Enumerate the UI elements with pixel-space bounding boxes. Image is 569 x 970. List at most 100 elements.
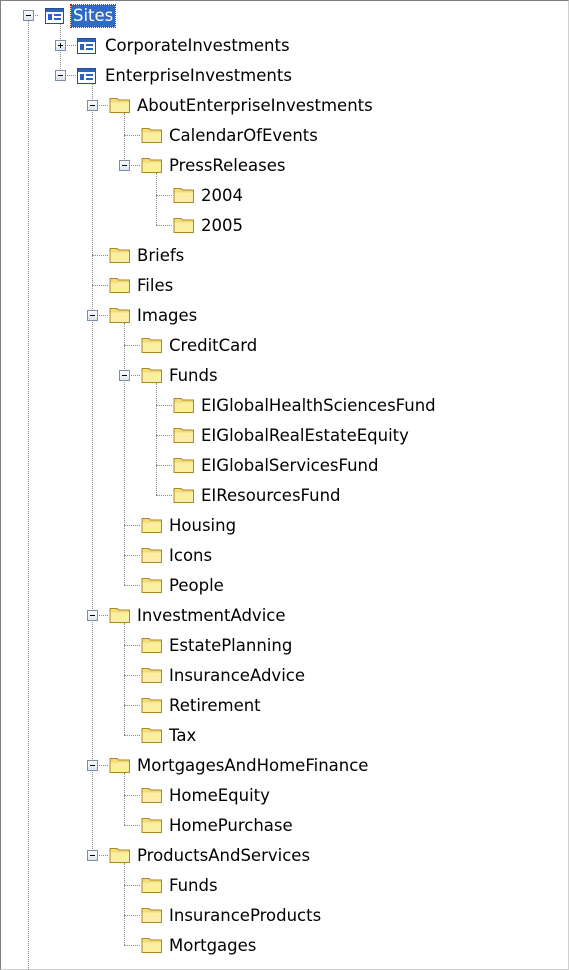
site-icon <box>77 68 96 84</box>
tree-node-label[interactable]: Funds <box>167 875 220 897</box>
site-icon <box>77 38 96 54</box>
site-icon <box>45 8 64 24</box>
tree-node-label[interactable]: InsuranceProducts <box>167 905 323 927</box>
tree-node-2005[interactable]: 2005 <box>0 212 569 242</box>
tree-node-funds[interactable]: Funds <box>0 872 569 902</box>
tree-node-label[interactable]: InvestmentAdvice <box>135 605 288 627</box>
tree-connector-line <box>124 885 140 886</box>
tree-node-investment-advice[interactable]: InvestmentAdvice <box>0 602 569 632</box>
folder-icon <box>141 338 162 353</box>
tree-connector-line <box>92 255 108 256</box>
tree-node-label[interactable]: EIGlobalHealthSciencesFund <box>199 395 438 417</box>
tree-node-eiresources-fund[interactable]: EIResourcesFund <box>0 482 569 512</box>
collapse-toggle-icon[interactable] <box>87 310 98 321</box>
tree-node-label[interactable]: People <box>167 575 226 597</box>
tree-node-2004[interactable]: 2004 <box>0 182 569 212</box>
tree-node-about-enterprise-investments[interactable]: AboutEnterpriseInvestments <box>0 92 569 122</box>
tree-connector-line <box>156 465 172 466</box>
tree-node-label[interactable]: 2004 <box>199 185 245 207</box>
folder-icon <box>141 938 162 953</box>
tree-node-eiglobal-real-estate-equity[interactable]: EIGlobalRealEstateEquity <box>0 422 569 452</box>
collapse-toggle-icon[interactable] <box>87 850 98 861</box>
tree-node-enterprise-investments[interactable]: EnterpriseInvestments <box>0 62 569 92</box>
tree-node-label[interactable]: HomeEquity <box>167 785 272 807</box>
tree-connector-line <box>124 585 140 586</box>
tree-node-insurance-products[interactable]: InsuranceProducts <box>0 902 569 932</box>
folder-icon <box>173 428 194 443</box>
tree-connector-line <box>124 705 140 706</box>
tree-node-calendar-of-events[interactable]: CalendarOfEvents <box>0 122 569 152</box>
tree-node-files[interactable]: Files <box>0 272 569 302</box>
tree-node-label[interactable]: MortgagesAndHomeFinance <box>135 755 370 777</box>
tree-node-credit-card[interactable]: CreditCard <box>0 332 569 362</box>
collapse-toggle-icon[interactable] <box>23 10 34 21</box>
tree-node-label[interactable]: CalendarOfEvents <box>167 125 320 147</box>
tree-node-label[interactable]: EIGlobalServicesFund <box>199 455 380 477</box>
expand-toggle-icon[interactable] <box>55 40 66 51</box>
tree-node-label[interactable]: CorporateInvestments <box>103 35 292 57</box>
folder-icon <box>141 128 162 143</box>
tree-node-label[interactable]: Sites <box>69 4 117 28</box>
tree-node-label[interactable]: CreditCard <box>167 335 259 357</box>
folder-icon <box>173 218 194 233</box>
tree-node-funds[interactable]: Funds <box>0 362 569 392</box>
site-tree[interactable]: Sites CorporateInvestments EnterpriseInves… <box>0 0 569 970</box>
tree-node-label[interactable]: AboutEnterpriseInvestments <box>135 95 375 117</box>
collapse-toggle-icon[interactable] <box>87 100 98 111</box>
tree-node-label[interactable]: Icons <box>167 545 214 567</box>
tree-node-housing[interactable]: Housing <box>0 512 569 542</box>
folder-icon <box>109 758 130 773</box>
tree-node-people[interactable]: People <box>0 572 569 602</box>
tree-node-sites[interactable]: Sites <box>0 2 569 32</box>
tree-node-eiglobal-services-fund[interactable]: EIGlobalServicesFund <box>0 452 569 482</box>
tree-node-briefs[interactable]: Briefs <box>0 242 569 272</box>
folder-icon <box>173 188 194 203</box>
tree-node-label[interactable]: Retirement <box>167 695 263 717</box>
tree-node-products-and-services[interactable]: ProductsAndServices <box>0 842 569 872</box>
tree-node-estate-planning[interactable]: EstatePlanning <box>0 632 569 662</box>
collapse-toggle-icon[interactable] <box>119 370 130 381</box>
folder-icon <box>109 308 130 323</box>
tree-node-mortgages-and-home-finance[interactable]: MortgagesAndHomeFinance <box>0 752 569 782</box>
tree-node-tax[interactable]: Tax <box>0 722 569 752</box>
tree-connector-line <box>156 495 172 496</box>
tree-node-label[interactable]: EIGlobalRealEstateEquity <box>199 425 411 447</box>
tree-node-mortgages[interactable]: Mortgages <box>0 932 569 962</box>
tree-node-home-equity[interactable]: HomeEquity <box>0 782 569 812</box>
tree-node-label[interactable]: Housing <box>167 515 238 537</box>
tree-node-label[interactable]: EIResourcesFund <box>199 485 343 507</box>
tree-node-retirement[interactable]: Retirement <box>0 692 569 722</box>
tree-node-label[interactable]: Images <box>135 305 199 327</box>
collapse-toggle-icon[interactable] <box>55 70 66 81</box>
tree-node-icons[interactable]: Icons <box>0 542 569 572</box>
tree-node-label[interactable]: EnterpriseInvestments <box>103 65 294 87</box>
tree-node-images[interactable]: Images <box>0 302 569 332</box>
tree-node-label[interactable]: Files <box>135 275 175 297</box>
folder-icon <box>109 608 130 623</box>
tree-node-label[interactable]: Briefs <box>135 245 186 267</box>
tree-connector-line <box>156 435 172 436</box>
folder-icon <box>109 98 130 113</box>
collapse-toggle-icon[interactable] <box>87 610 98 621</box>
tree-node-label[interactable]: 2005 <box>199 215 245 237</box>
tree-node-label[interactable]: Tax <box>167 725 198 747</box>
tree-node-label[interactable]: Funds <box>167 365 220 387</box>
tree-node-label[interactable]: HomePurchase <box>167 815 295 837</box>
tree-node-label[interactable]: InsuranceAdvice <box>167 665 307 687</box>
tree-node-home-purchase[interactable]: HomePurchase <box>0 812 569 842</box>
collapse-toggle-icon[interactable] <box>87 760 98 771</box>
tree-node-eiglobal-health-sciences-fund[interactable]: EIGlobalHealthSciencesFund <box>0 392 569 422</box>
tree-connector-line <box>92 285 108 286</box>
tree-node-insurance-advice[interactable]: InsuranceAdvice <box>0 662 569 692</box>
folder-icon <box>173 458 194 473</box>
tree-node-label[interactable]: ProductsAndServices <box>135 845 312 867</box>
tree-node-corporate-investments[interactable]: CorporateInvestments <box>0 32 569 62</box>
tree-connector-line <box>124 675 140 676</box>
tree-node-label[interactable]: Mortgages <box>167 935 258 957</box>
folder-icon <box>141 518 162 533</box>
tree-node-label[interactable]: EstatePlanning <box>167 635 294 657</box>
tree-node-press-releases[interactable]: PressReleases <box>0 152 569 182</box>
tree-connector-line <box>124 645 140 646</box>
collapse-toggle-icon[interactable] <box>119 160 130 171</box>
tree-node-label[interactable]: PressReleases <box>167 155 288 177</box>
